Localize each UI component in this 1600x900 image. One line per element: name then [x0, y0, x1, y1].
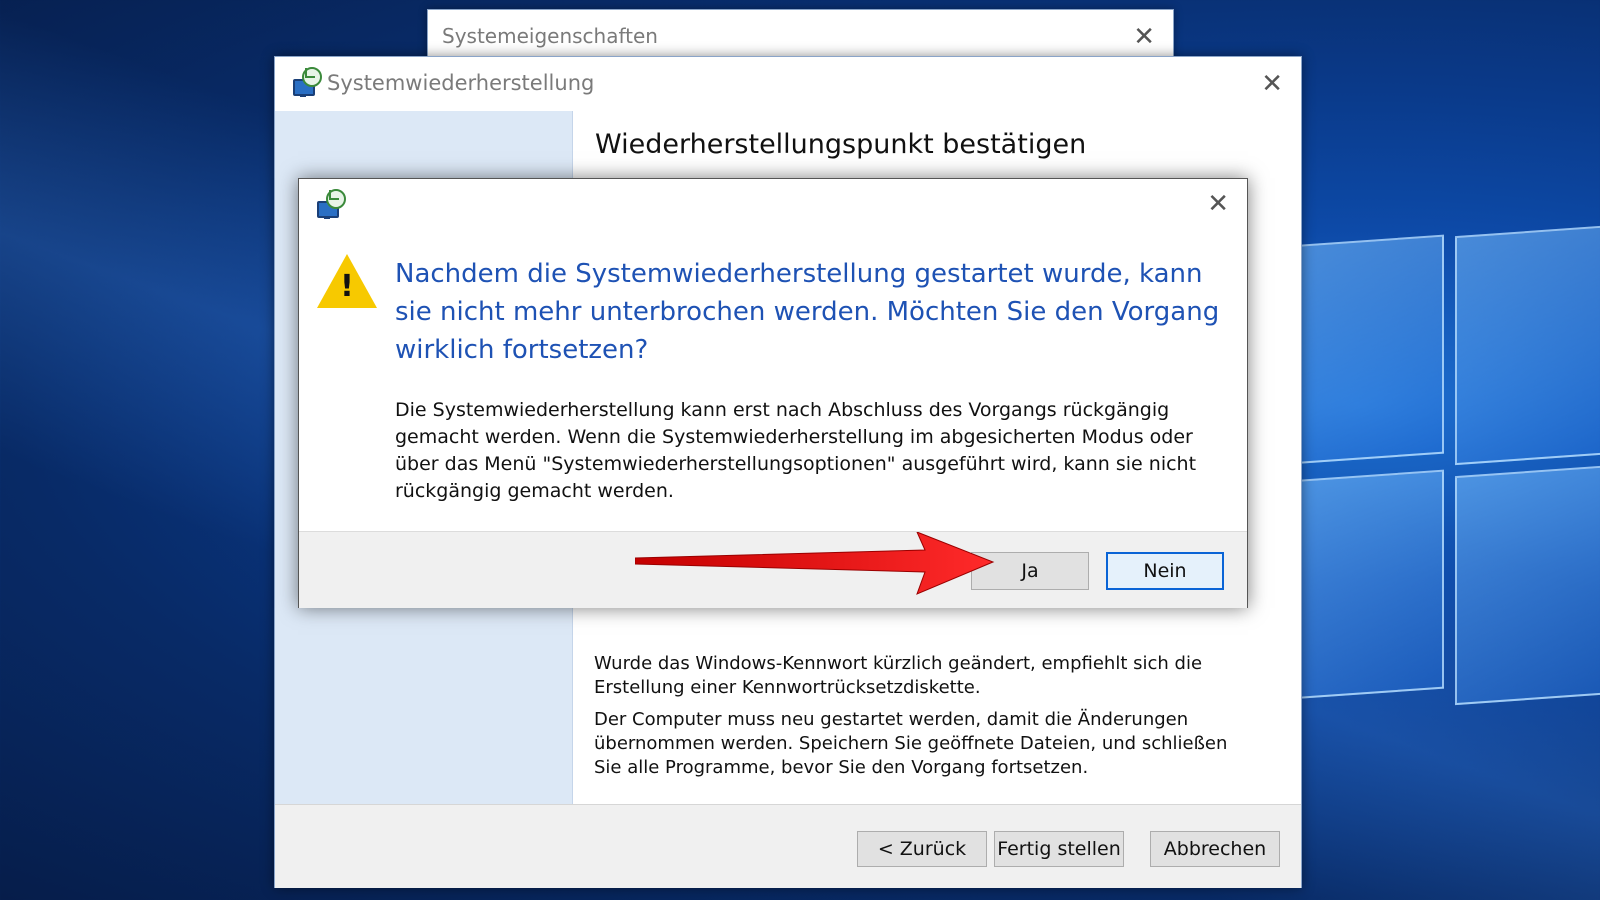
- page-title: Wiederherstellungspunkt bestätigen: [595, 129, 1087, 160]
- password-note: Wurde das Windows-Kennwort kürzlich geän…: [594, 653, 1203, 698]
- cancel-button[interactable]: Abbrechen: [1150, 831, 1280, 867]
- system-properties-title: Systemeigenschaften: [442, 24, 658, 48]
- close-icon[interactable]: ✕: [1261, 71, 1283, 97]
- dialog-detail: Die Systemwiederherstellung kann erst na…: [395, 399, 1197, 502]
- red-arrow-annotation: [635, 532, 995, 595]
- close-icon[interactable]: ✕: [1133, 24, 1155, 50]
- dialog-close-icon[interactable]: ✕: [1207, 191, 1229, 217]
- system-restore-icon: [315, 189, 346, 219]
- finish-button[interactable]: Fertig stellen: [994, 831, 1124, 867]
- dialog-headline: Nachdem die Systemwiederherstellung gest…: [395, 259, 1220, 365]
- restart-note: Der Computer muss neu gestartet werden, …: [594, 709, 1228, 778]
- warning-exclamation: !: [340, 269, 354, 304]
- windows-logo: [1290, 223, 1600, 710]
- window-title: Systemwiederherstellung: [327, 71, 595, 95]
- wizard-footer: < Zurück Fertig stellen Abbrechen: [275, 804, 1301, 888]
- no-button[interactable]: Nein: [1106, 552, 1224, 590]
- system-restore-icon: [291, 67, 322, 97]
- back-button[interactable]: < Zurück: [857, 831, 987, 867]
- title-bar: Systemwiederherstellung ✕: [275, 57, 1301, 111]
